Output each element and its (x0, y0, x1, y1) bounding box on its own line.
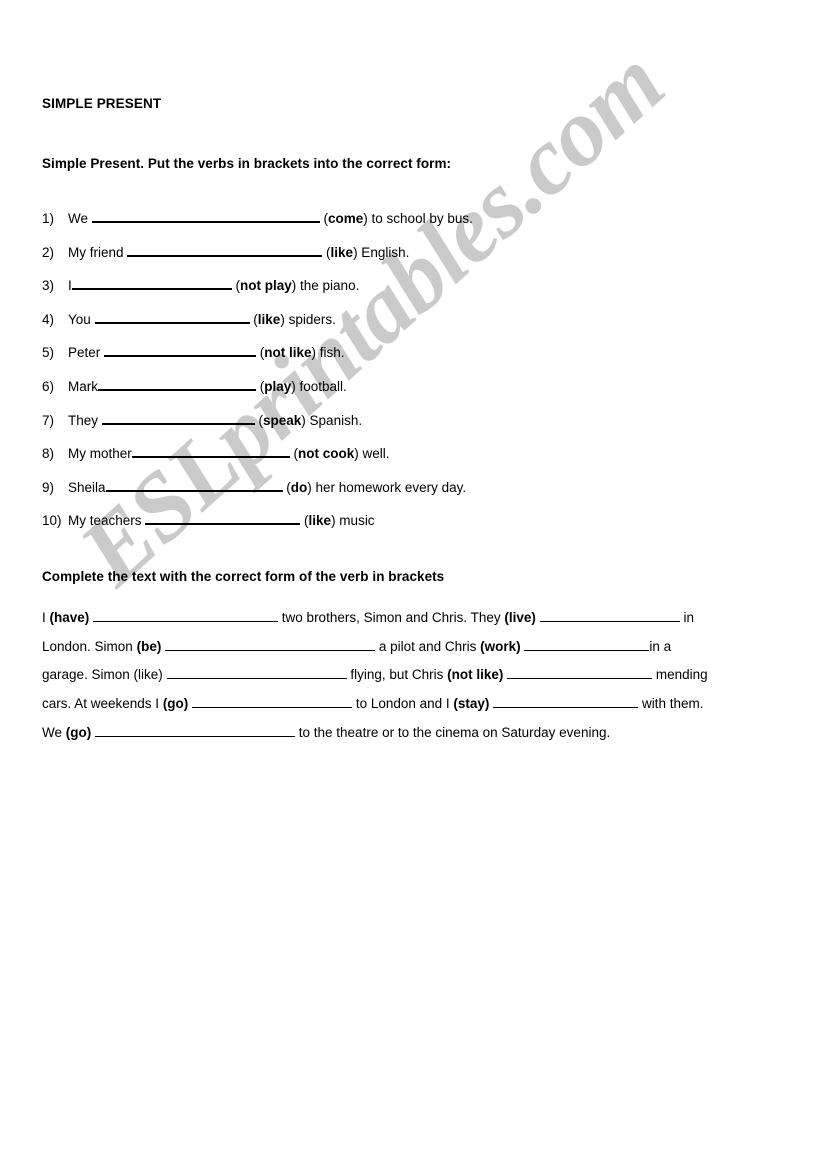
bracket-open: ( (319, 211, 329, 226)
paragraph-text: to London and I (352, 696, 454, 712)
prompt-verb: not cook (298, 446, 355, 462)
exercise-trailing-text: ) to school by bus. (363, 211, 473, 226)
answer-blank[interactable] (493, 695, 639, 709)
bracket-open: ( (322, 244, 331, 260)
paragraph-text: a pilot and Chris (375, 638, 481, 654)
prompt-verb: not play (240, 278, 292, 294)
exercise-subject-text: Mark (68, 378, 98, 394)
exercise-number: 7) (42, 412, 55, 428)
exercise-item: 10) My teachers (like) music (42, 510, 742, 544)
exercise-trailing-text: ) music (331, 513, 375, 529)
exercise-subject-text: My friend (68, 244, 128, 260)
bracket-open: ( (249, 311, 258, 327)
bracket-open: ( (300, 513, 309, 529)
prompt-verb: play (264, 378, 292, 394)
exercise-number: 1) (42, 211, 55, 226)
prompt-verb: (live) (504, 610, 536, 625)
prompt-verb: (stay) (453, 696, 490, 712)
prompt-verb: not like (264, 345, 312, 361)
answer-blank[interactable] (131, 443, 290, 459)
section-one-heading: Simple Present. Put the verbs in bracket… (42, 156, 452, 171)
prompt-verb: (work) (480, 638, 521, 654)
answer-blank[interactable] (166, 666, 347, 680)
answer-blank[interactable] (539, 609, 680, 622)
prompt-verb: like (257, 311, 281, 327)
paragraph-text: I (42, 610, 50, 625)
answer-blank[interactable] (71, 275, 232, 291)
answer-blank[interactable] (101, 410, 255, 425)
bracket-open: ( (289, 446, 299, 462)
bracket-open: ( (254, 412, 264, 428)
answer-blank[interactable] (127, 242, 323, 257)
cloze-paragraph: I (have) two brothers, Simon and Chris. … (42, 604, 714, 748)
exercise-subject-text: We (68, 211, 92, 226)
exercise-item: 4) You (like) spiders. (42, 309, 742, 343)
exercise-item: 5) Peter (not like) fish. (42, 342, 742, 376)
paragraph-text: two brothers, Simon and Chris. They (278, 610, 505, 625)
exercise-trailing-text: ) well. (354, 446, 390, 462)
prompt-verb: come (328, 211, 364, 226)
exercise-subject-text: My mother (68, 446, 132, 462)
exercise-subject-text: Sheila (68, 479, 106, 495)
exercise-number: 2) (42, 244, 55, 260)
bracket-open: ( (282, 479, 291, 495)
answer-blank[interactable] (93, 609, 279, 622)
exercise-item: 1) We (come) to school by bus. (42, 208, 742, 242)
exercise-number: 9) (42, 479, 55, 495)
prompt-verb: (go) (162, 696, 189, 712)
worksheet-page: SIMPLE PRESENT Simple Present. Put the v… (0, 0, 821, 1169)
exercise-number: 6) (42, 378, 55, 394)
paragraph-text: flying, but Chris (346, 667, 448, 683)
prompt-verb: (have) (49, 610, 90, 625)
paragraph-text: to the theatre or to the cinema on Satur… (295, 724, 611, 740)
answer-blank[interactable] (105, 477, 283, 492)
answer-blank[interactable] (104, 342, 257, 358)
page-title: SIMPLE PRESENT (42, 96, 162, 111)
prompt-verb: (go) (65, 724, 92, 740)
exercise-item: 2) My friend (like) English. (42, 242, 742, 276)
answer-blank[interactable] (524, 638, 650, 651)
exercise-subject-text: They (68, 412, 102, 428)
exercise-number: 5) (42, 345, 55, 361)
answer-blank[interactable] (192, 695, 353, 709)
section-two-heading: Complete the text with the correct form … (42, 569, 445, 584)
prompt-verb: like (330, 244, 354, 260)
exercise-trailing-text: ) football. (291, 378, 347, 394)
exercise-item: 8) My mother (not cook) well. (42, 443, 742, 477)
answer-blank[interactable] (145, 510, 301, 526)
exercise-subject-text: My teachers (68, 513, 146, 529)
exercise-number: 3) (42, 278, 55, 294)
answer-blank[interactable] (95, 724, 296, 737)
exercise-item: 3) I (not play) the piano. (42, 275, 742, 309)
answer-blank[interactable] (91, 208, 320, 223)
prompt-verb: do (290, 479, 308, 495)
answer-blank[interactable] (507, 666, 653, 680)
exercise-number: 10) (42, 513, 62, 529)
exercise-number: 4) (42, 311, 55, 327)
prompt-verb: (not like) (447, 667, 504, 683)
prompt-verb: speak (263, 412, 302, 428)
exercise-trailing-text: ) spiders. (280, 311, 336, 327)
prompt-verb: like (308, 513, 332, 529)
answer-blank[interactable] (98, 376, 256, 391)
exercise-subject-text: You (68, 311, 95, 327)
exercise-list: 1) We (come) to school by bus. 2) My friend… (42, 208, 742, 544)
exercise-subject-text: Peter (68, 345, 105, 361)
answer-blank[interactable] (94, 309, 250, 324)
exercise-trailing-text: ) Spanish. (301, 412, 363, 428)
prompt-verb: (be) (136, 638, 162, 654)
exercise-trailing-text: ) fish. (311, 345, 345, 361)
exercise-item: 9) Sheila (do) her homework every day. (42, 477, 742, 511)
exercise-item: 6) Mark (play) football. (42, 376, 742, 410)
bracket-open: ( (256, 378, 265, 394)
exercise-trailing-text: ) English. (353, 244, 410, 260)
bracket-open: ( (231, 278, 241, 294)
exercise-trailing-text: ) her homework every day. (307, 479, 467, 495)
exercise-trailing-text: ) the piano. (291, 278, 360, 294)
exercise-number: 8) (42, 446, 55, 462)
exercise-item: 7) They (speak) Spanish. (42, 410, 742, 444)
answer-blank[interactable] (165, 638, 376, 651)
